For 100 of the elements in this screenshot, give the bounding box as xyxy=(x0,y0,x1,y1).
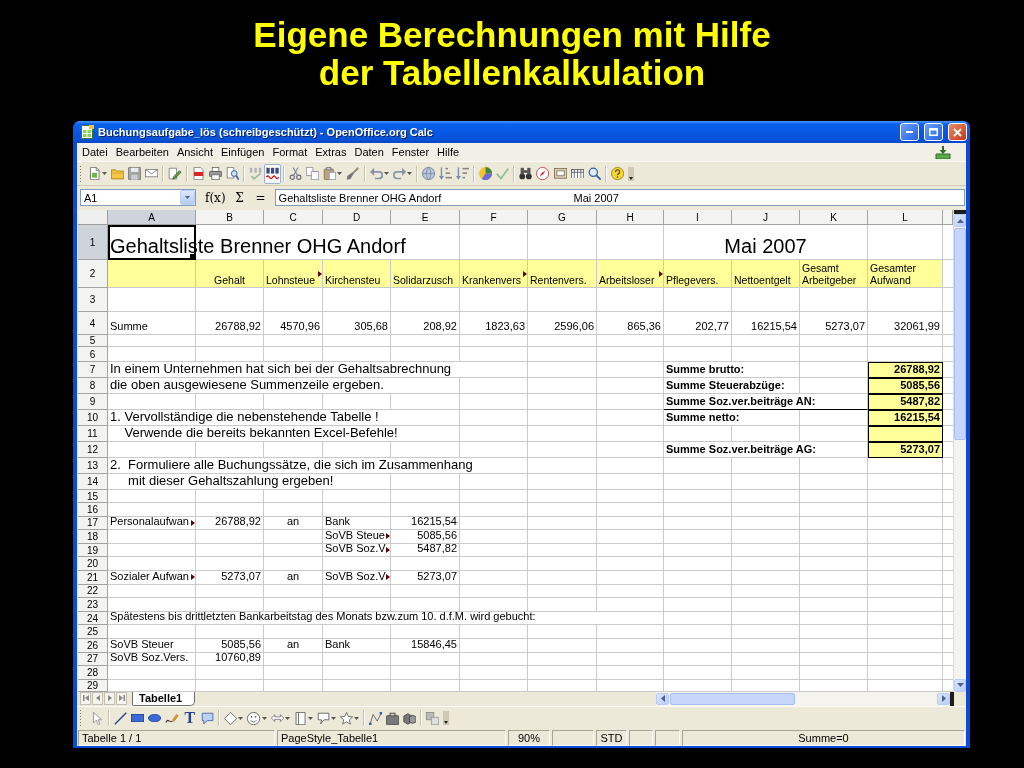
column-header[interactable] xyxy=(943,210,953,225)
column-header[interactable]: E xyxy=(391,210,460,225)
column-header[interactable]: L xyxy=(868,210,943,225)
caret-icon xyxy=(354,716,359,720)
toolbar-grip[interactable] xyxy=(79,164,82,183)
row-header[interactable]: 4 xyxy=(78,312,108,335)
column-header[interactable]: G xyxy=(528,210,597,225)
amount-text: 5085,56 xyxy=(196,638,264,653)
row-header[interactable]: 14 xyxy=(78,474,108,490)
row-header[interactable]: 23 xyxy=(78,598,108,612)
auto-spellcheck-button[interactable] xyxy=(264,163,282,184)
text-tool-button[interactable]: T xyxy=(180,708,200,729)
column-header[interactable]: B xyxy=(196,210,264,225)
next-sheet-button[interactable] xyxy=(104,691,115,705)
row-header[interactable]: 1 xyxy=(78,225,108,260)
row-header[interactable]: 3 xyxy=(78,288,108,312)
label-text: an xyxy=(264,570,323,585)
line-icon xyxy=(114,711,128,725)
row-header[interactable]: 12 xyxy=(78,442,108,458)
label-text: Sozialer Aufwan xyxy=(108,570,196,585)
row-header[interactable]: 8 xyxy=(78,378,108,394)
instruction-text: die oben ausgewiesene Summenzeile ergeben. xyxy=(108,378,460,394)
vertical-scrollbar[interactable] xyxy=(953,210,966,692)
toolbar-grip[interactable] xyxy=(79,709,82,728)
scroll-up-button[interactable] xyxy=(954,214,966,227)
maximize-button[interactable] xyxy=(924,123,943,141)
menu-item[interactable]: Bearbeiten xyxy=(111,143,173,161)
total-cell: 5273,07 xyxy=(868,442,943,458)
first-sheet-button[interactable] xyxy=(80,691,91,705)
summary-label: Summe Steuerabzüge: xyxy=(664,378,800,394)
row-header[interactable]: 10 xyxy=(78,410,108,426)
header-cell: Lohnsteue xyxy=(264,260,323,288)
amount-text: 10760,89 xyxy=(196,652,264,667)
caret-icon xyxy=(406,172,412,175)
select-all-button[interactable] xyxy=(78,210,108,225)
previous-sheet-button[interactable] xyxy=(92,691,103,705)
menu-item[interactable]: Ansicht xyxy=(172,143,217,161)
row-header[interactable]: 11 xyxy=(78,426,108,442)
row-header[interactable]: 28 xyxy=(78,666,108,680)
update-button[interactable] xyxy=(934,144,952,160)
page-magnifier-icon xyxy=(225,166,239,181)
picture-frame-icon xyxy=(553,168,567,179)
function-button[interactable]: = xyxy=(250,188,271,207)
amount-text: 32061,99 xyxy=(868,312,943,335)
pointer-icon xyxy=(91,711,105,725)
sum-button[interactable]: Σ xyxy=(229,188,250,207)
table-icon xyxy=(570,168,584,179)
scroll-down-button[interactable] xyxy=(954,678,966,692)
row-header[interactable]: 25 xyxy=(78,625,108,639)
row-header[interactable]: 15 xyxy=(78,490,108,503)
row-header[interactable]: 9 xyxy=(78,394,108,410)
split-handle[interactable] xyxy=(954,210,966,214)
column-header[interactable]: C xyxy=(264,210,323,225)
row-header[interactable]: 16 xyxy=(78,503,108,517)
summary-label: Summe brutto: xyxy=(664,362,800,378)
scroll-right-button[interactable] xyxy=(937,692,950,705)
menu-item[interactable]: Daten xyxy=(350,143,388,161)
last-sheet-button[interactable] xyxy=(116,691,127,705)
column-header[interactable]: I xyxy=(664,210,732,225)
status-field xyxy=(655,729,680,746)
smiley-icon xyxy=(247,711,261,725)
menu-item[interactable]: Extras xyxy=(311,143,351,161)
cell-reference-field[interactable]: A1 xyxy=(80,189,196,206)
column-header[interactable]: A xyxy=(108,210,196,225)
star-icon xyxy=(339,711,353,725)
menu-item[interactable]: Fenster xyxy=(387,143,434,161)
menu-item[interactable]: Hilfe xyxy=(433,143,464,161)
row-header[interactable]: 2 xyxy=(78,260,108,288)
formula-input[interactable]: Gehaltsliste Brenner OHG Andorf Mai 2007 xyxy=(274,189,965,206)
close-button[interactable] xyxy=(948,123,967,141)
minimize-button[interactable] xyxy=(900,123,919,141)
menu-item[interactable]: Einfügen xyxy=(217,143,269,161)
column-header[interactable]: D xyxy=(323,210,391,225)
amount-text: 4570,96 xyxy=(264,312,323,335)
label-text: SoVB Steue xyxy=(323,530,391,544)
row-header[interactable]: 13 xyxy=(78,458,108,474)
row-header[interactable]: 7 xyxy=(78,362,108,378)
row-header[interactable]: 20 xyxy=(78,557,108,571)
menu-item[interactable]: Datei xyxy=(78,143,112,161)
scroll-left-button[interactable] xyxy=(656,692,669,705)
header-cell: Nettoentgelt xyxy=(732,260,800,288)
row-header[interactable]: 6 xyxy=(78,347,108,362)
amount-text: 2596,06 xyxy=(528,312,597,335)
menu-item[interactable]: Format xyxy=(268,143,312,161)
column-header[interactable]: K xyxy=(800,210,868,225)
column-header[interactable]: J xyxy=(732,210,800,225)
scrollbar-thumb[interactable] xyxy=(954,228,966,440)
row-header[interactable]: 5 xyxy=(78,335,108,347)
amount-text: 26788,92 xyxy=(196,312,264,335)
scrollbar-thumb[interactable] xyxy=(670,692,795,705)
column-header[interactable]: H xyxy=(597,210,664,225)
instruction-text: mit dieser Gehaltszahlung ergeben! xyxy=(108,474,391,490)
split-handle[interactable] xyxy=(950,691,954,706)
function-wizard-button[interactable]: f(x) xyxy=(202,188,229,207)
row-header[interactable]: 18 xyxy=(78,530,108,544)
caret-icon xyxy=(238,716,244,720)
amount-text: 16215,54 xyxy=(732,312,800,335)
dropdown-button[interactable] xyxy=(180,190,195,205)
column-header[interactable]: F xyxy=(460,210,528,225)
amount-text: 5273,07 xyxy=(196,570,264,585)
